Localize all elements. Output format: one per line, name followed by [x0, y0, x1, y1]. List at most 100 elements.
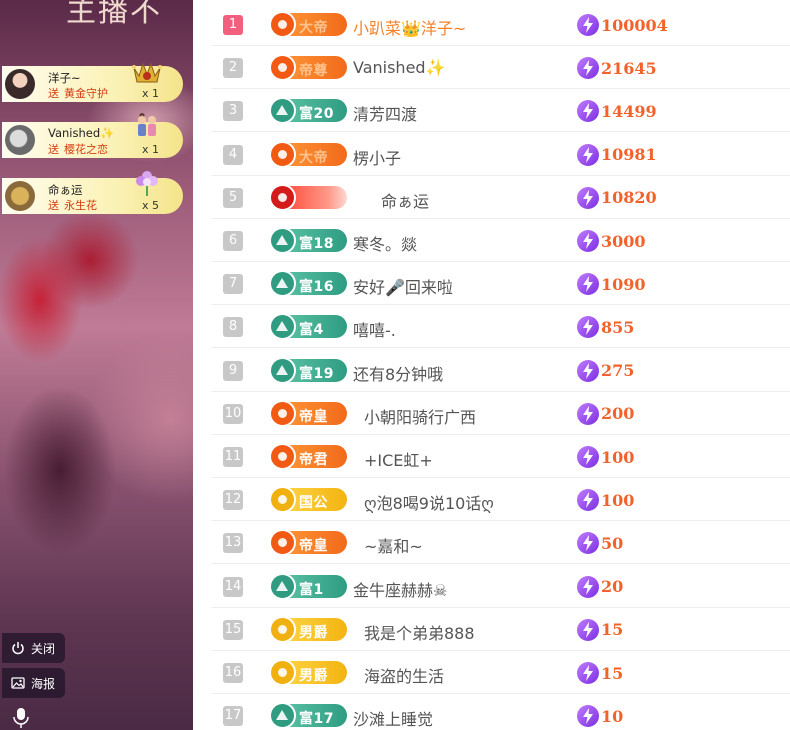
score-value: 10981	[601, 145, 657, 165]
lightning-icon	[577, 230, 599, 252]
badge-label: 富19	[299, 365, 334, 382]
level-badge	[269, 183, 347, 211]
poster-button[interactable]: 海报	[2, 668, 66, 698]
badge-label: 大帝	[299, 149, 328, 166]
contribution-score: 855	[577, 316, 635, 339]
ranking-row[interactable]: 13 帝皇 ~嘉和~ 50	[211, 521, 790, 565]
badge-emblem-icon	[269, 486, 296, 514]
ranking-row[interactable]: 17 富17 沙滩上睡觉 10	[211, 694, 790, 730]
badge-label: 帝尊	[299, 63, 328, 80]
ranking-row[interactable]: 16 男爵 海盗的生活 15	[211, 651, 790, 694]
gift-count: x 5	[142, 199, 160, 212]
badge-emblem-icon	[269, 572, 296, 600]
ranking-row[interactable]: 9 富19 还有8分钟哦 275	[211, 349, 790, 392]
score-value: 200	[601, 404, 635, 424]
user-name[interactable]: 小朝阳骑行广西	[364, 404, 476, 428]
ranking-row[interactable]: 15 男爵 我是个弟弟888 15	[211, 608, 790, 651]
avatar	[5, 181, 35, 211]
contribution-score: 14499	[577, 100, 657, 123]
lightning-icon	[577, 489, 599, 512]
badge-emblem-icon	[269, 11, 296, 38]
ranking-row[interactable]: 4 大帝 楞小子 10981	[211, 133, 790, 176]
rank-number: 14	[223, 576, 243, 597]
level-badge: 帝尊	[269, 54, 347, 82]
rank-number: 3	[223, 101, 243, 122]
rank-number: 5	[223, 187, 243, 208]
user-name[interactable]: 我是个弟弟888	[364, 620, 475, 644]
microphone-icon[interactable]	[11, 707, 31, 729]
user-name[interactable]: ~嘉和~	[364, 533, 423, 557]
user-name[interactable]: 海盗的生活	[364, 663, 444, 687]
level-badge: 富16	[269, 270, 347, 298]
badge-label: 男爵	[299, 624, 328, 641]
user-name[interactable]: 寒冬。燚	[353, 231, 417, 255]
lightning-icon	[577, 316, 599, 339]
user-name[interactable]: ღ泡8喝9说10话ღ	[364, 490, 494, 514]
ranking-row[interactable]: 2 帝尊 Vanished✨ 21645	[211, 46, 790, 90]
score-value: 855	[601, 317, 635, 337]
badge-label: 帝君	[299, 452, 328, 468]
lightning-icon	[577, 273, 599, 296]
level-badge: 富17	[269, 702, 347, 730]
score-value: 100004	[601, 15, 668, 35]
user-name[interactable]: +ICE虹+	[364, 447, 433, 471]
contribution-score: 20	[577, 575, 623, 598]
gold-crown-icon	[132, 62, 162, 83]
contribution-score: 3000	[577, 230, 646, 252]
score-value: 10820	[601, 188, 657, 208]
ranking-row[interactable]: 10 帝皇 小朝阳骑行广西 200	[211, 392, 790, 435]
ranking-row[interactable]: 7 富16 安好🎤回来啦 1090	[211, 262, 790, 306]
contribution-score: 50	[577, 532, 624, 555]
user-name[interactable]: Vanished✨	[353, 58, 446, 77]
score-value: 50	[601, 533, 624, 553]
ranking-row[interactable]: 6 富18 寒冬。燚 3000	[211, 219, 790, 262]
rank-number: 1	[223, 15, 243, 35]
user-name[interactable]: 楞小子	[353, 145, 401, 169]
level-badge: 男爵	[269, 659, 347, 686]
lightning-icon	[577, 402, 599, 425]
stream-title-fragment: 主播不	[66, 0, 162, 29]
power-icon	[12, 642, 24, 655]
user-name[interactable]: 金牛座赫赫☠	[353, 577, 447, 601]
ranking-row[interactable]: 8 富4 嘻嘻-. 855	[211, 305, 790, 349]
user-name[interactable]: 命ぁ运	[381, 188, 429, 212]
rank-number: 12	[223, 490, 243, 511]
avatar	[5, 69, 35, 99]
ranking-row[interactable]: 14 富1 金牛座赫赫☠ 20	[211, 565, 790, 608]
ranking-row[interactable]: 3 富20 清芳四渡 14499	[211, 89, 790, 133]
rank-number: 13	[223, 533, 243, 554]
user-name[interactable]: 沙滩上睡觉	[353, 706, 433, 730]
score-value: 10	[601, 706, 624, 726]
user-name[interactable]: 安好🎤回来啦	[353, 274, 453, 298]
badge-emblem-icon	[269, 443, 296, 470]
rank-number: 10	[223, 403, 243, 424]
lightning-icon	[577, 618, 599, 641]
lightning-icon	[577, 14, 599, 36]
user-name[interactable]: 清芳四渡	[353, 101, 417, 125]
contribution-score: 15	[577, 662, 623, 684]
contribution-score: 10820	[577, 186, 657, 209]
ranking-row[interactable]: 5 命ぁ运 10820	[211, 176, 790, 219]
lightning-icon	[577, 446, 599, 468]
rank-number: 2	[223, 58, 243, 79]
close-button[interactable]: 关闭	[2, 633, 66, 663]
level-badge: 男爵	[269, 615, 347, 643]
gift-count: x 1	[142, 87, 160, 100]
user-name[interactable]: 嘻嘻-.	[353, 317, 396, 341]
ranking-row[interactable]: 1 大帝 小趴菜👑洋子~ 100004	[211, 3, 790, 46]
user-name[interactable]: 小趴菜👑洋子~	[353, 15, 466, 39]
lightning-icon	[577, 532, 599, 555]
ranking-row[interactable]: 12 国公 ღ泡8喝9说10话ღ 100	[211, 478, 790, 522]
gift-message: Vanished✨ 送樱花之恋 x 1	[2, 113, 183, 158]
score-value: 14499	[601, 101, 657, 121]
ranking-row[interactable]: 11 帝君 +ICE虹+ 100	[211, 435, 790, 478]
close-label: 关闭	[31, 641, 56, 656]
level-badge: 富19	[269, 356, 347, 384]
rank-number: 11	[223, 447, 243, 467]
score-value: 3000	[601, 231, 646, 251]
avatar	[5, 125, 35, 155]
user-name[interactable]: 还有8分钟哦	[353, 361, 443, 385]
send-label: 送	[48, 143, 59, 156]
gift-name: 黄金守护	[64, 87, 108, 100]
lightning-icon	[577, 57, 599, 80]
